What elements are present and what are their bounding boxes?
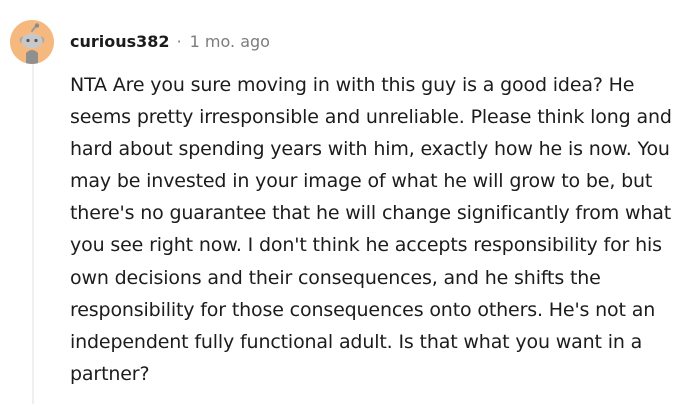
- comment: curious382 · 1 mo. ago NTA Are you sure …: [0, 0, 700, 404]
- user-avatar[interactable]: [10, 20, 54, 64]
- thread-line[interactable]: [32, 62, 34, 404]
- comment-timestamp[interactable]: 1 mo. ago: [190, 31, 270, 53]
- comment-body: NTA Are you sure moving in with this guy…: [70, 74, 672, 385]
- reddit-snoo-avatar-icon: [10, 20, 54, 64]
- comment-meta: curious382 · 1 mo. ago: [70, 31, 270, 53]
- username-link[interactable]: curious382: [70, 31, 170, 53]
- meta-separator: ·: [176, 32, 182, 51]
